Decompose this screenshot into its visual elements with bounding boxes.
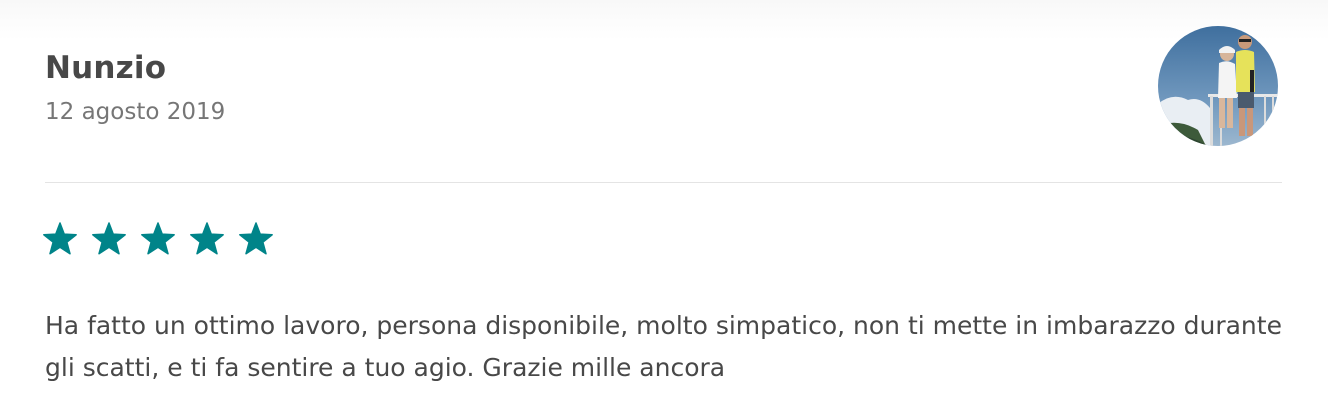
review-date: 12 agosto 2019	[45, 99, 226, 125]
review-card: Nunzio 12 agosto 2019 Ha fatto un ottimo…	[0, 0, 1328, 416]
reviewer-name: Nunzio	[45, 50, 167, 86]
star-rating	[43, 222, 273, 262]
star-icon	[190, 222, 224, 255]
star-icon	[92, 222, 126, 255]
avatar[interactable]	[1158, 26, 1278, 146]
divider	[45, 182, 1282, 183]
review-text: Ha fatto un ottimo lavoro, persona dispo…	[45, 311, 1282, 382]
avatar-photo	[1158, 26, 1278, 146]
star-icon	[239, 222, 273, 255]
star-icon	[43, 222, 77, 255]
star-icon	[141, 222, 175, 255]
